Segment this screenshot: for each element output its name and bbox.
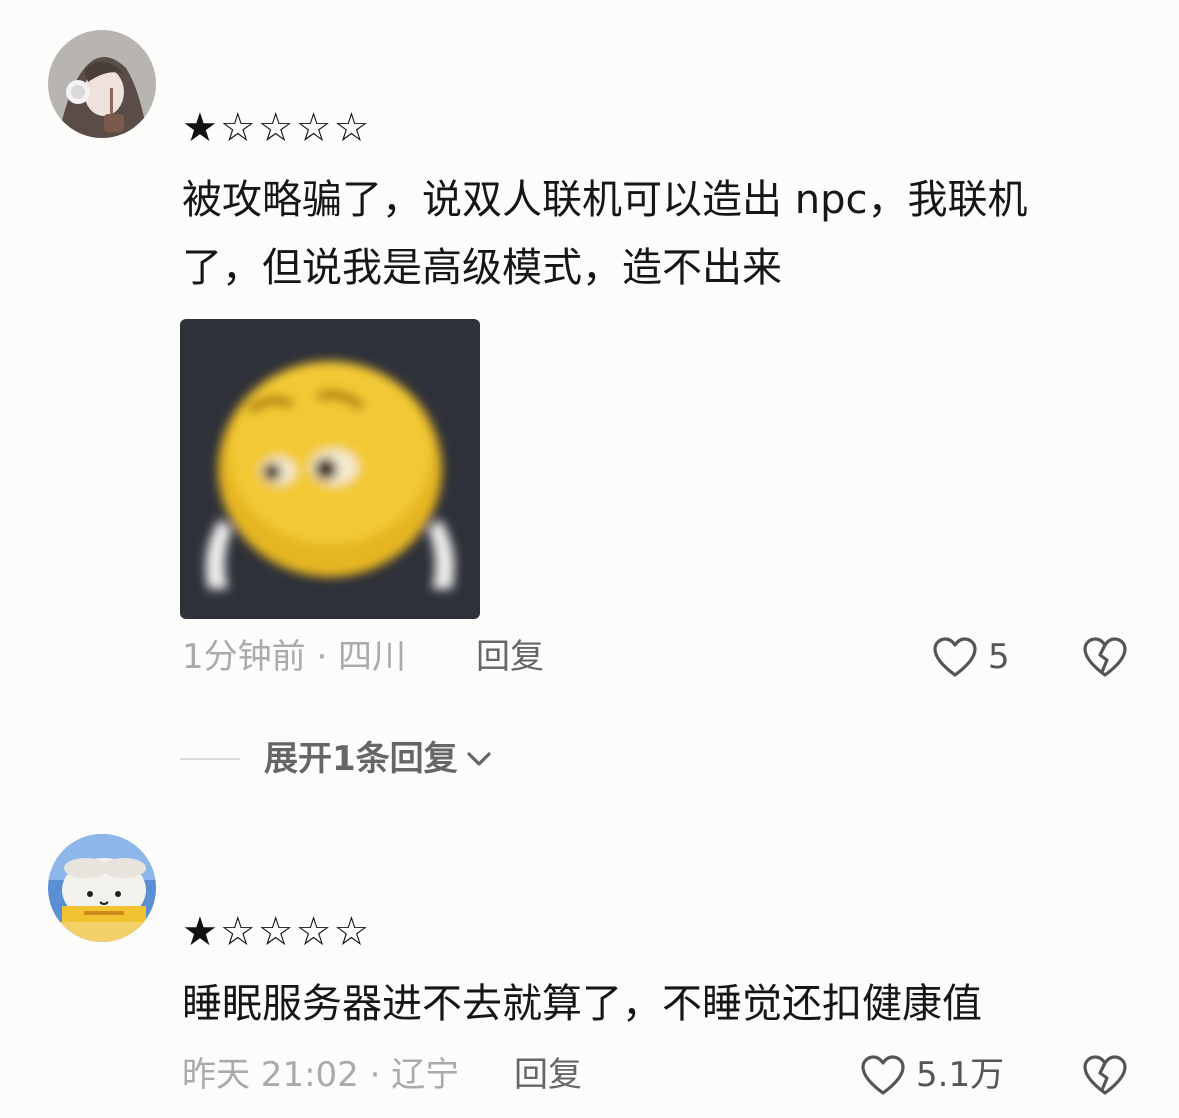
avatar[interactable] <box>48 30 156 138</box>
avatar-girl-image <box>48 30 156 138</box>
comment-meta: 昨天 21:02 · 辽宁 <box>182 1055 460 1095</box>
rating-stars: ★☆☆☆☆ <box>182 909 372 955</box>
comment-text-line2: 了，但说我是高级模式，造不出来 <box>182 245 782 291</box>
rating-stars: ★☆☆☆☆ <box>182 105 372 151</box>
heart-outline-icon <box>861 1055 905 1095</box>
expand-divider <box>180 758 240 760</box>
sticker-emoji-image <box>180 319 480 619</box>
comment-text-line1: 睡眠服务器进不去就算了，不睡觉还扣健康值 <box>182 981 982 1027</box>
broken-heart-icon <box>1083 637 1127 677</box>
comment-meta: 1分钟前 · 四川 <box>182 637 407 677</box>
like-count: 5 <box>988 637 1010 677</box>
dislike-button[interactable] <box>1080 1050 1130 1100</box>
reply-button[interactable]: 回复 <box>514 1058 582 1092</box>
expand-replies-label: 展开1条回复 <box>264 739 458 779</box>
comment-text-line1: 被攻略骗了，说双人联机可以造出 npc，我联机 <box>182 177 1028 223</box>
expand-replies-button[interactable]: 展开1条回复 <box>264 742 494 776</box>
broken-heart-icon <box>1083 1055 1127 1095</box>
reply-button[interactable]: 回复 <box>476 640 544 674</box>
avatar-dog-image <box>48 834 156 942</box>
heart-outline-icon <box>933 637 977 677</box>
like-button[interactable] <box>930 632 980 682</box>
chevron-down-icon <box>467 752 491 766</box>
dislike-button[interactable] <box>1080 632 1130 682</box>
comment-image[interactable] <box>180 319 480 619</box>
like-count: 5.1万 <box>916 1055 1005 1095</box>
avatar[interactable] <box>48 834 156 942</box>
like-button[interactable] <box>858 1050 908 1100</box>
